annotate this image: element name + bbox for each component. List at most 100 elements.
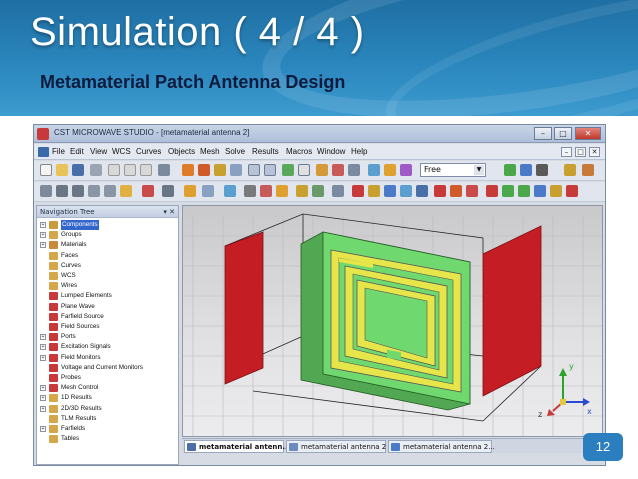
tree-item[interactable]: + Farfields: [37, 424, 177, 434]
print-icon[interactable]: [90, 164, 102, 176]
mdi-minimize-button[interactable]: –: [561, 147, 572, 157]
tree-item[interactable]: + Ports: [37, 332, 177, 342]
expand-icon[interactable]: +: [40, 334, 46, 341]
macro-icon[interactable]: [582, 164, 594, 176]
solver-icon[interactable]: [466, 185, 478, 197]
brick-icon[interactable]: [40, 185, 52, 197]
tree-item[interactable]: + Mesh Control: [37, 383, 177, 393]
tree-item[interactable]: Field Sources: [37, 322, 177, 332]
open-folder-icon[interactable]: [56, 164, 68, 176]
tree-item[interactable]: Tables: [37, 434, 177, 444]
select-icon[interactable]: [316, 164, 328, 176]
menu-results[interactable]: Results: [252, 147, 279, 156]
move-wcs-icon[interactable]: [312, 185, 324, 197]
menu-macros[interactable]: Macros: [286, 147, 312, 156]
maximize-button[interactable]: □: [554, 127, 572, 140]
tab-schematic[interactable]: metamaterial antenna 2: [286, 440, 386, 453]
expand-icon[interactable]: +: [40, 395, 46, 402]
transform-icon[interactable]: [400, 164, 412, 176]
tab-3d-view[interactable]: metamaterial antenn...: [184, 440, 290, 453]
boundary-icon[interactable]: [400, 185, 412, 197]
working-plane-icon[interactable]: [298, 164, 310, 176]
3d-viewport[interactable]: y x z: [182, 205, 603, 437]
tree-item[interactable]: Farfield Source: [37, 312, 177, 322]
template-icon[interactable]: [550, 185, 562, 197]
menu-wcs[interactable]: WCS: [112, 147, 131, 156]
expand-icon[interactable]: +: [40, 232, 46, 239]
menu-file[interactable]: File: [52, 147, 65, 156]
measure-icon[interactable]: [348, 164, 360, 176]
pick-face-icon[interactable]: [260, 185, 272, 197]
rotate-icon[interactable]: [142, 185, 154, 197]
panel-controls[interactable]: ▾ ✕: [163, 206, 175, 218]
save-icon[interactable]: [72, 164, 84, 176]
window-titlebar[interactable]: CST MICROWAVE STUDIO - [metamaterial ant…: [34, 125, 605, 143]
mesh-view-icon[interactable]: [434, 185, 446, 197]
tree-item[interactable]: Probes: [37, 373, 177, 383]
tree-item[interactable]: Faces: [37, 251, 177, 261]
highlight-icon[interactable]: [384, 164, 396, 176]
rotate-view-icon[interactable]: [182, 164, 194, 176]
zoom-icon[interactable]: [214, 164, 226, 176]
results-icon[interactable]: [502, 185, 514, 197]
undo-icon[interactable]: [158, 164, 170, 176]
expand-icon[interactable]: +: [40, 222, 46, 228]
menu-solve[interactable]: Solve: [225, 147, 245, 156]
blend-icon[interactable]: [184, 185, 196, 197]
document-icon[interactable]: [38, 147, 49, 157]
expand-icon[interactable]: +: [40, 242, 46, 249]
copy-icon[interactable]: [124, 164, 136, 176]
tab-design-studio[interactable]: metamaterial antenna 2...: [388, 440, 495, 453]
minimize-button[interactable]: –: [534, 127, 552, 140]
field-plot-icon[interactable]: [534, 185, 546, 197]
expand-icon[interactable]: +: [40, 344, 46, 351]
discrete-port-icon[interactable]: [368, 185, 380, 197]
close-button[interactable]: ✕: [575, 127, 601, 140]
align-icon[interactable]: [224, 185, 236, 197]
expand-icon[interactable]: +: [40, 426, 46, 432]
tree-item[interactable]: Voltage and Current Monitors: [37, 363, 177, 373]
menu-window[interactable]: Window: [317, 147, 345, 156]
tree-item[interactable]: Curves: [37, 261, 177, 271]
tree-item[interactable]: + Excitation Signals: [37, 342, 177, 352]
tree-item[interactable]: + Components: [37, 220, 177, 230]
menu-help[interactable]: Help: [351, 147, 367, 156]
mdi-restore-button[interactable]: □: [575, 147, 586, 157]
menu-edit[interactable]: Edit: [70, 147, 84, 156]
mdi-close-button[interactable]: ✕: [589, 147, 600, 157]
loft-icon[interactable]: [162, 185, 174, 197]
mode-select[interactable]: Free ▼: [420, 163, 486, 177]
tree-item[interactable]: Lumped Elements: [37, 291, 177, 301]
settings-icon[interactable]: [536, 164, 548, 176]
tree-item[interactable]: + Materials: [37, 240, 177, 250]
edit-properties-icon[interactable]: [332, 164, 344, 176]
post-process-icon[interactable]: [566, 185, 578, 197]
view-grid-icon[interactable]: [248, 164, 260, 176]
tree-item[interactable]: +1D Results: [37, 393, 177, 403]
menu-objects[interactable]: Objects: [168, 147, 195, 156]
farfield-icon[interactable]: [518, 185, 530, 197]
menu-view[interactable]: View: [90, 147, 107, 156]
menu-curves[interactable]: Curves: [136, 147, 161, 156]
tree-item[interactable]: + Groups: [37, 230, 177, 240]
expand-icon[interactable]: +: [40, 385, 46, 392]
cone-icon[interactable]: [88, 185, 100, 197]
expand-icon[interactable]: +: [40, 405, 46, 412]
mesh-properties-icon[interactable]: [450, 185, 462, 197]
dimension-icon[interactable]: [368, 164, 380, 176]
frequency-icon[interactable]: [384, 185, 396, 197]
torus-icon[interactable]: [104, 185, 116, 197]
view-wire-icon[interactable]: [264, 164, 276, 176]
text-icon[interactable]: [332, 185, 344, 197]
boolean-subtract-icon[interactable]: [520, 164, 532, 176]
sphere-icon[interactable]: [56, 185, 68, 197]
tree-item[interactable]: WCS: [37, 271, 177, 281]
cylinder-icon[interactable]: [72, 185, 84, 197]
pick-point-icon[interactable]: [282, 164, 294, 176]
tree-item[interactable]: Wires: [37, 281, 177, 291]
curve-tool-icon[interactable]: [564, 164, 576, 176]
extrude-icon[interactable]: [120, 185, 132, 197]
expand-icon[interactable]: +: [40, 354, 46, 361]
waveguide-port-icon[interactable]: [352, 185, 364, 197]
pick-edge-icon[interactable]: [244, 185, 256, 197]
